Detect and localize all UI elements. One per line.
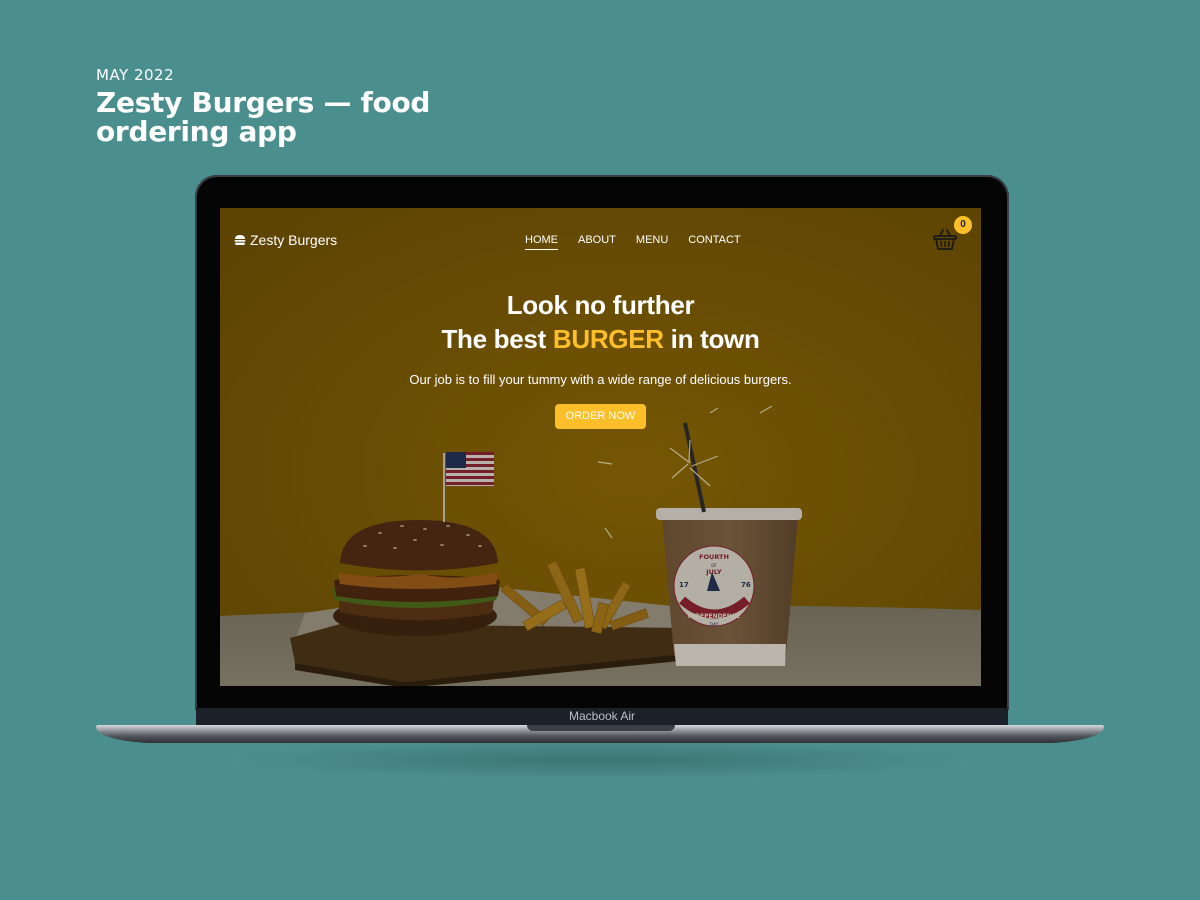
hero-section: Look no further The best BURGER in town … [220, 288, 981, 429]
hero-overlay [220, 208, 981, 686]
laptop-base [96, 725, 1104, 743]
hero-heading-line1: Look no further [506, 290, 695, 320]
case-date: MAY 2022 [96, 66, 175, 84]
nav-about[interactable]: ABOUT [578, 234, 616, 250]
hero-heading-suffix: in town [663, 324, 760, 354]
case-header: MAY 2022 Zesty Burgers — food ordering a… [96, 66, 436, 146]
brand-logo[interactable]: Zesty Burgers [234, 232, 337, 248]
site-navbar: Zesty Burgers HOME ABOUT MENU CONTACT 0 [220, 208, 981, 272]
order-now-button[interactable]: ORDER NOW [554, 404, 647, 429]
hero-heading-prefix: The best [441, 324, 553, 354]
hero-heading-highlight: BURGER [552, 324, 664, 354]
hero-heading-line2: The best BURGER in town [220, 322, 981, 356]
nav-menu[interactable]: MENU [636, 234, 668, 250]
cart-count-badge: 0 [954, 216, 972, 234]
laptop-shadow [220, 740, 980, 780]
brand-name: Zesty Burgers [250, 232, 338, 248]
case-title: Zesty Burgers — food ordering app [96, 86, 431, 148]
laptop-screen: FOURTH OF JULY 17 76 INDEPENDENCE DAY Ze… [220, 208, 981, 686]
basket-icon[interactable] [932, 226, 958, 252]
nav-links: HOME ABOUT MENU CONTACT [525, 234, 741, 250]
hero-subtitle: Our job is to fill your tummy with a wid… [409, 372, 792, 387]
burger-icon [234, 235, 246, 245]
laptop-hinge: Macbook Air [196, 708, 1008, 726]
nav-home[interactable]: HOME [525, 234, 558, 250]
nav-contact[interactable]: CONTACT [688, 234, 740, 250]
laptop-notch [527, 725, 675, 731]
device-label: Macbook Air [568, 709, 636, 723]
